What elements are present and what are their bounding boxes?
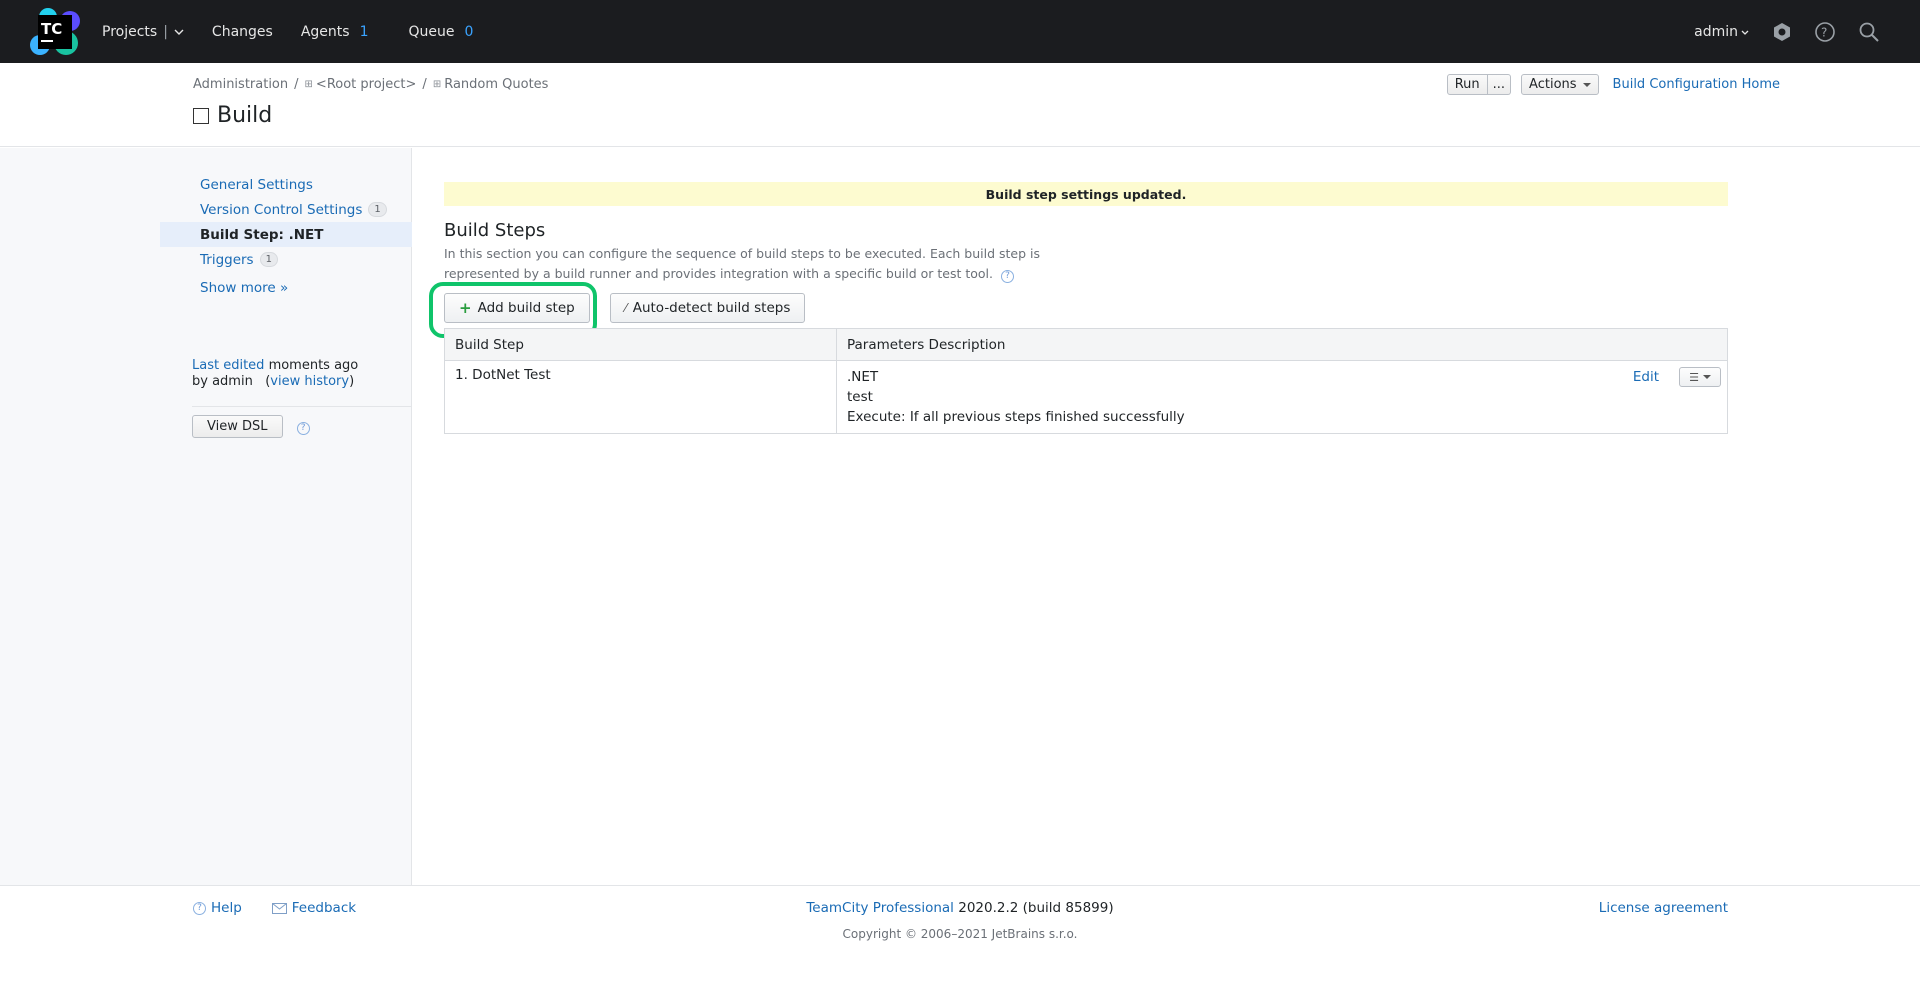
run-custom-button[interactable]: ... (1487, 74, 1512, 95)
paren-open: ( (256, 374, 271, 389)
teamcity-logo[interactable]: TC (30, 7, 80, 57)
top-navigation-bar: TC Projects | Changes Agents 1 Queue 0 a… (0, 0, 1920, 63)
breadcrumb-separator: / (422, 77, 427, 92)
sidebar-item-label[interactable]: General Settings (200, 177, 313, 193)
footer: ? Help Feedback TeamCity Professional 20… (0, 885, 1920, 995)
breadcrumb-administration[interactable]: Administration (193, 77, 288, 92)
column-header-parameters: Parameters Description (836, 328, 1728, 361)
caret-down-icon (1582, 82, 1591, 87)
auto-detect-build-steps-button[interactable]: ⁄ Auto-detect build steps (609, 293, 806, 323)
project-icon: ⊞ (432, 79, 442, 90)
run-button[interactable]: Run (1446, 74, 1488, 95)
build-configuration-home-link[interactable]: Build Configuration Home (1613, 77, 1780, 92)
sidebar-item-version-control[interactable]: Version Control Settings 1 (160, 197, 412, 222)
nav-projects-label: Projects (102, 23, 158, 40)
help-icon[interactable]: ? (296, 421, 310, 435)
svg-text:?: ? (1821, 25, 1827, 39)
build-config-icon (193, 107, 209, 124)
actions-dropdown[interactable]: Actions (1521, 74, 1599, 95)
nav-queue[interactable]: Queue 0 (408, 24, 473, 40)
chevron-down-icon[interactable] (174, 27, 184, 37)
sidebar-item-build-step[interactable]: Build Step: .NET (160, 222, 412, 247)
nav-changes[interactable]: Changes (212, 24, 273, 40)
chevron-down-icon (1741, 30, 1749, 35)
list-icon: ☰ (1689, 370, 1699, 384)
run-button-group: Run ... (1446, 74, 1512, 95)
section-description-text: In this section you can configure the se… (444, 246, 1040, 281)
search-icon[interactable] (1858, 21, 1880, 43)
table-row[interactable]: 1. DotNet Test .NET test Execute: If all… (444, 360, 1728, 434)
breadcrumb-random-quotes[interactable]: Random Quotes (444, 77, 548, 92)
nav-separator: | (163, 23, 168, 40)
nav-agents-label: Agents (300, 23, 350, 40)
edited-by: by admin (192, 374, 253, 389)
show-more-link[interactable]: Show more » (200, 280, 288, 296)
build-step-name[interactable]: 1. DotNet Test (444, 360, 837, 434)
param-runner: .NET (847, 369, 879, 385)
sidebar-item-triggers[interactable]: Triggers 1 (160, 247, 412, 272)
param-command: test (847, 389, 873, 405)
sidebar-item-general-settings[interactable]: General Settings (160, 172, 412, 197)
build-steps-table: Build Step Parameters Description 1. Dot… (444, 328, 1728, 434)
breadcrumb-root-project[interactable]: <Root project> (316, 77, 417, 92)
sidebar-item-label[interactable]: Version Control Settings (200, 202, 362, 218)
section-description: In this section you can configure the se… (444, 244, 1084, 284)
help-icon[interactable]: ? (1001, 269, 1014, 283)
nav-queue-label: Queue (408, 23, 455, 40)
page-title-text: Build (217, 103, 273, 128)
success-message: Build step settings updated. (444, 182, 1728, 206)
count-badge: 1 (368, 202, 387, 217)
breadcrumb: Administration / ⊞ <Root project> / ⊞ Ra… (193, 77, 548, 92)
magic-wand-icon: ⁄ (624, 301, 627, 315)
settings-icon[interactable] (1772, 22, 1792, 42)
product-link[interactable]: TeamCity Professional (806, 900, 954, 916)
view-history-link[interactable]: view history (270, 374, 349, 389)
column-header-build-step: Build Step (444, 328, 837, 361)
user-name: admin (1694, 23, 1738, 40)
sidebar-item-label[interactable]: Triggers (200, 252, 254, 268)
license-agreement-link[interactable]: License agreement (1599, 900, 1728, 916)
last-edited-time: moments ago (268, 358, 359, 373)
breadcrumb-separator: / (294, 77, 299, 92)
add-build-step-button[interactable]: + Add build step (444, 293, 590, 323)
last-edited-info: Last edited moments ago by admin (view h… (192, 358, 358, 390)
actions-label: Actions (1529, 77, 1577, 92)
caret-down-icon (1702, 375, 1711, 379)
help-icon[interactable]: ? (1814, 21, 1836, 43)
nav-projects[interactable]: Projects | (102, 24, 184, 40)
page-header: Administration / ⊞ <Root project> / ⊞ Ra… (0, 63, 1920, 147)
param-execute: Execute: If all previous steps finished … (847, 409, 1185, 425)
paren-close: ) (349, 374, 355, 389)
auto-detect-label: Auto-detect build steps (632, 300, 791, 316)
product-version: 2020.2.2 (build 85899) (958, 900, 1114, 916)
queue-count: 0 (464, 23, 474, 40)
nav-changes-label: Changes (211, 23, 273, 40)
row-menu-button[interactable]: ☰ (1679, 367, 1721, 387)
sidebar-item-label: Build Step: .NET (200, 226, 324, 243)
sidebar-divider (192, 406, 412, 407)
page-title: Build (193, 103, 272, 128)
logo-text: TC (41, 20, 62, 38)
nav-agents[interactable]: Agents 1 (301, 24, 369, 40)
user-menu[interactable]: admin (1694, 24, 1750, 40)
edit-link[interactable]: Edit (1633, 369, 1659, 385)
copyright: Copyright © 2006–2021 JetBrains s.r.o. (842, 927, 1078, 941)
view-dsl-button[interactable]: View DSL (192, 415, 283, 438)
add-build-step-label: Add build step (477, 300, 575, 316)
agents-count: 1 (359, 23, 369, 40)
plus-icon: + (459, 299, 472, 317)
parameters-cell: .NET test Execute: If all previous steps… (836, 360, 1728, 434)
section-title: Build Steps (444, 220, 546, 241)
settings-sidebar: General Settings Version Control Setting… (0, 148, 412, 885)
last-edited-link[interactable]: Last edited (192, 358, 264, 373)
count-badge: 1 (259, 252, 278, 267)
project-icon: ⊞ (304, 79, 313, 90)
